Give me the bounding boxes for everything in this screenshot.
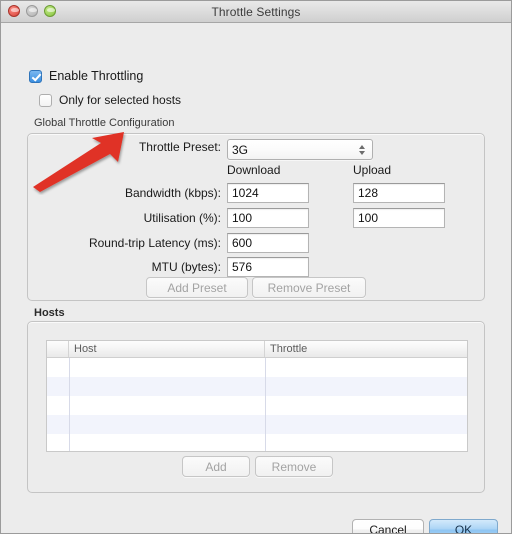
hosts-group-label: Hosts [31, 307, 68, 319]
stepper-arrows-icon[interactable] [355, 141, 368, 158]
table-row[interactable] [47, 434, 467, 451]
enable-throttling-label: Enable Throttling [49, 69, 144, 83]
add-preset-label: Add Preset [167, 280, 227, 295]
mtu-label: MTU (bytes): [151, 260, 221, 274]
utilisation-download-input[interactable]: 100 [227, 208, 309, 228]
global-group-label: Global Throttle Configuration [31, 117, 178, 129]
throttle-settings-window: Throttle Settings Enable Throttling Only… [0, 0, 512, 534]
utilisation-download-value: 100 [232, 211, 253, 225]
remove-host-button[interactable]: Remove [255, 456, 333, 477]
bandwidth-upload-value: 128 [358, 186, 379, 200]
hosts-table-header-throttle[interactable]: Throttle [265, 341, 467, 357]
hosts-table[interactable]: Host Throttle [46, 340, 468, 452]
utilisation-upload-value: 100 [358, 211, 379, 225]
bandwidth-download-value: 1024 [232, 186, 259, 200]
latency-download-value: 600 [232, 236, 253, 250]
enable-throttling-row[interactable]: Enable Throttling [29, 69, 143, 83]
window-controls [8, 5, 56, 17]
bandwidth-upload-input[interactable]: 128 [353, 183, 445, 203]
table-row[interactable] [47, 396, 467, 415]
only-selected-hosts-label: Only for selected hosts [59, 93, 182, 107]
remove-host-label: Remove [271, 459, 317, 474]
minimize-button[interactable] [26, 5, 38, 17]
mtu-value: 576 [232, 260, 253, 274]
utilisation-label: Utilisation (%): [143, 211, 221, 225]
hosts-table-gutter-header [47, 341, 69, 357]
throttle-preset-select[interactable]: 3G [227, 139, 373, 160]
cancel-label: Cancel [369, 522, 407, 534]
mtu-input[interactable]: 576 [227, 257, 309, 277]
cancel-button[interactable]: Cancel [352, 519, 424, 534]
enable-throttling-checkbox[interactable] [29, 69, 42, 83]
bandwidth-download-input[interactable]: 1024 [227, 183, 309, 203]
dialog-content: Enable Throttling Only for selected host… [1, 23, 511, 534]
window-title: Throttle Settings [211, 4, 301, 19]
throttle-preset-label: Throttle Preset: [138, 140, 221, 154]
only-selected-hosts-checkbox[interactable] [39, 93, 52, 107]
throttle-preset-value: 3G [232, 142, 249, 157]
latency-download-input[interactable]: 600 [227, 233, 309, 253]
table-row[interactable] [47, 358, 467, 377]
latency-label: Round-trip Latency (ms): [88, 236, 221, 250]
remove-preset-button[interactable]: Remove Preset [252, 277, 366, 298]
download-column-header: Download [227, 163, 281, 177]
table-row[interactable] [47, 415, 467, 434]
utilisation-upload-input[interactable]: 100 [353, 208, 445, 228]
upload-column-header: Upload [353, 163, 392, 177]
add-host-label: Add [205, 459, 227, 474]
throttle-preset-row: Throttle Preset: [123, 140, 221, 154]
add-host-button[interactable]: Add [182, 456, 250, 477]
only-selected-hosts-row[interactable]: Only for selected hosts [39, 93, 181, 107]
ok-label: OK [454, 522, 473, 534]
bandwidth-label: Bandwidth (kbps): [124, 186, 221, 200]
ok-button[interactable]: OK [429, 519, 498, 534]
hosts-table-header-host[interactable]: Host [69, 341, 265, 357]
add-preset-button[interactable]: Add Preset [146, 277, 248, 298]
hosts-table-header: Host Throttle [47, 341, 467, 358]
window-titlebar: Throttle Settings [1, 1, 511, 23]
zoom-button[interactable] [44, 5, 56, 17]
hosts-table-body[interactable] [47, 358, 467, 451]
close-button[interactable] [8, 5, 20, 17]
remove-preset-label: Remove Preset [267, 280, 351, 295]
hosts-table-gutter-divider [69, 358, 70, 451]
table-row[interactable] [47, 377, 467, 396]
hosts-table-column-divider [265, 358, 266, 451]
